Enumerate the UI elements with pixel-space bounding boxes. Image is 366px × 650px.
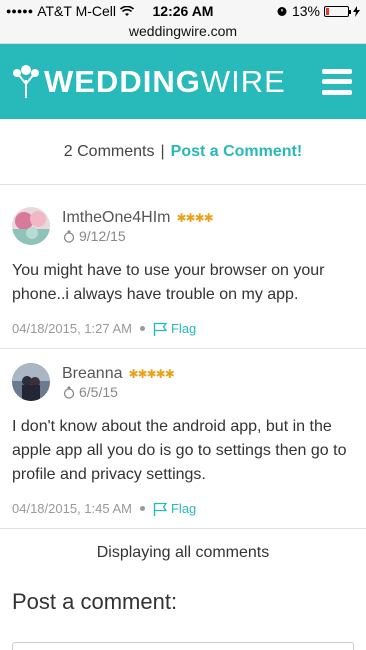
author-name[interactable]: ImtheOne4HIm — [62, 209, 170, 227]
hamburger-icon-bar — [322, 89, 352, 95]
separator: | — [160, 142, 165, 160]
comment-summary: 2 Comments | Post a Comment! — [0, 119, 366, 185]
weddingwire-logo[interactable]: WEDDINGWIRE — [12, 62, 286, 102]
wedding-date-row: 9/12/15 — [62, 228, 213, 244]
comment-footer: 04/18/2015, 1:27 AM Flag — [12, 321, 354, 336]
hamburger-icon-bar — [322, 79, 352, 84]
comment-body: I don't know about the android app, but … — [12, 418, 347, 483]
carrier-label: AT&T M-Cell — [37, 3, 117, 19]
wedding-date: 6/5/15 — [79, 383, 118, 400]
clock: 12:26 AM — [152, 3, 214, 19]
author-row: Breanna ✱✱✱✱✱ — [62, 365, 175, 383]
bullet-separator — [139, 326, 145, 331]
comment-item: Breanna ✱✱✱✱✱ 6/5/15 I don't know about … — [0, 349, 366, 529]
hamburger-icon — [322, 68, 352, 74]
wedding-date: 9/12/15 — [79, 227, 126, 244]
comment-header: ImtheOne4HIm ✱✱✱✱ 9/12/15 — [12, 207, 354, 245]
ring-icon — [63, 229, 75, 243]
flag-icon — [153, 322, 168, 336]
flag-button[interactable]: Flag — [153, 321, 196, 336]
bouquet-icon — [13, 64, 39, 98]
flag-button[interactable]: Flag — [153, 501, 196, 516]
flag-icon — [153, 502, 168, 516]
battery-icon — [324, 5, 351, 17]
status-bar: ●●●●● AT&T M-Cell 12:26 AM 13% — [0, 0, 366, 22]
wifi-icon — [120, 5, 135, 16]
comment-timestamp: 04/18/2015, 1:27 AM — [12, 321, 132, 336]
comment-textarea[interactable] — [12, 642, 354, 650]
avatar[interactable] — [12, 207, 50, 245]
author-row: ImtheOne4HIm ✱✱✱✱ — [62, 209, 214, 227]
all-comments-notice: Displaying all comments — [96, 544, 270, 561]
signal-icon: ●●●●● — [6, 6, 34, 16]
status-left: ●●●●● AT&T M-Cell — [6, 3, 135, 19]
comment-body: You might have to use your browser on yo… — [12, 262, 325, 303]
site-header: WEDDINGWIRE — [0, 44, 366, 119]
comment-item: ImtheOne4HIm ✱✱✱✱ 9/12/15 You might have… — [0, 185, 366, 349]
url-bar[interactable]: weddingwire.com — [0, 22, 366, 44]
hamburger-menu-button[interactable] — [322, 68, 352, 95]
comment-count: 2 Comments — [63, 142, 155, 160]
alarm-icon — [277, 7, 287, 16]
flag-label: Flag — [170, 501, 197, 516]
rank-stars-icon: ✱✱✱✱✱ — [128, 366, 175, 381]
wedding-date-row: 6/5/15 — [62, 384, 174, 400]
rank-stars-icon: ✱✱✱✱ — [176, 210, 213, 225]
post-comment-heading: Post a comment: — [12, 589, 178, 614]
comment-footer: 04/18/2015, 1:45 AM Flag — [12, 501, 354, 516]
logo-text: WEDDINGWIRE — [44, 63, 286, 99]
author-name[interactable]: Breanna — [62, 365, 123, 383]
avatar[interactable] — [12, 363, 50, 401]
bullet-separator — [139, 506, 145, 511]
status-right: 13% — [276, 3, 360, 19]
battery-percent: 13% — [291, 3, 320, 19]
comment-timestamp: 04/18/2015, 1:45 AM — [12, 501, 132, 516]
flag-label: Flag — [170, 321, 197, 336]
comment-meta: Breanna ✱✱✱✱✱ 6/5/15 — [62, 365, 175, 400]
comment-meta: ImtheOne4HIm ✱✱✱✱ 9/12/15 — [62, 209, 214, 244]
post-comment-link[interactable]: Post a Comment! — [171, 143, 303, 161]
charging-icon — [353, 5, 360, 17]
ring-icon — [63, 385, 75, 399]
comment-header: Breanna ✱✱✱✱✱ 6/5/15 — [12, 363, 354, 401]
